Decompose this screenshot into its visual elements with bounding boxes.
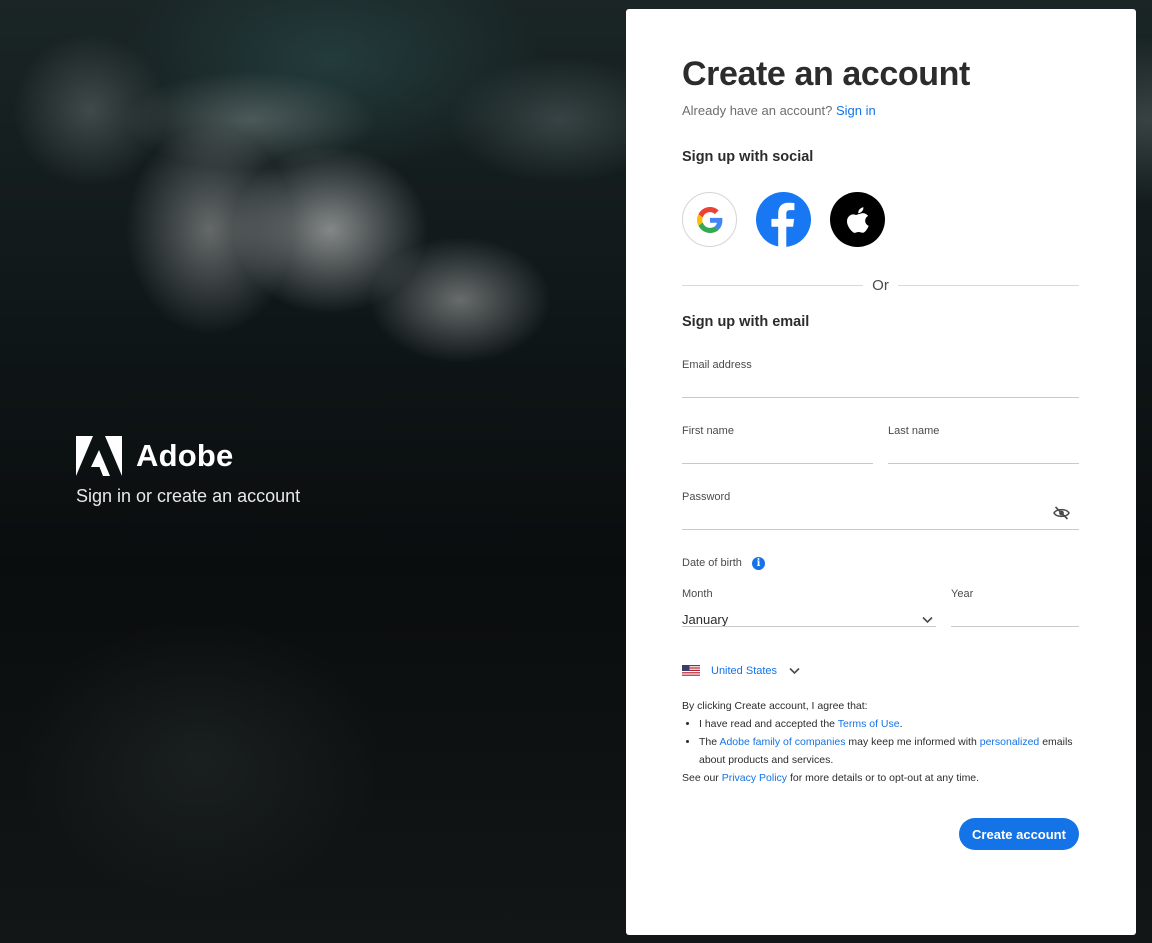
- terms-bullet-1: I have read and accepted the Terms of Us…: [699, 715, 1079, 733]
- create-account-button[interactable]: Create account: [959, 818, 1079, 850]
- adobe-family-link[interactable]: Adobe family of companies: [719, 736, 845, 748]
- first-name-label: First name: [682, 425, 734, 437]
- apple-icon: [846, 206, 869, 233]
- apple-signup-button[interactable]: [830, 192, 885, 247]
- country-selector[interactable]: United States: [682, 665, 800, 677]
- last-name-label: Last name: [888, 425, 940, 437]
- adobe-logo-icon: [76, 436, 122, 476]
- month-label: Month: [682, 588, 713, 600]
- signin-link[interactable]: Sign in: [836, 103, 876, 118]
- social-heading: Sign up with social: [682, 149, 814, 165]
- or-text: Or: [872, 277, 889, 294]
- country-name[interactable]: United States: [711, 665, 777, 677]
- terms-outro: See our Privacy Policy for more details …: [682, 772, 980, 784]
- month-select[interactable]: Month January: [682, 588, 936, 628]
- signin-prompt-text: Already have an account?: [682, 103, 833, 118]
- signup-panel: Create an account Already have an accoun…: [626, 9, 1136, 935]
- chevron-down-icon: [922, 616, 933, 624]
- chevron-down-icon: [789, 667, 800, 675]
- password-label: Password: [682, 491, 731, 503]
- email-heading: Sign up with email: [682, 314, 810, 330]
- brand-name: Adobe: [136, 438, 234, 473]
- or-divider: Or: [682, 277, 1080, 294]
- brand-tagline: Sign in or create an account: [76, 486, 301, 506]
- brand-block: Adobe Sign in or create an account: [76, 436, 300, 507]
- signin-prompt: Already have an account? Sign in: [682, 103, 876, 118]
- google-icon: [696, 206, 722, 233]
- dob-label: Date of birth: [682, 557, 742, 569]
- year-label: Year: [951, 588, 974, 600]
- last-name-field[interactable]: Last name: [888, 425, 1079, 465]
- terms-of-use-link[interactable]: Terms of Use: [838, 718, 900, 730]
- first-name-field[interactable]: First name: [682, 425, 873, 465]
- password-field[interactable]: Password: [682, 491, 1079, 531]
- email-label: Email address: [682, 359, 752, 371]
- terms-intro: By clicking Create account, I agree that…: [682, 700, 868, 712]
- terms-text: By clicking Create account, I agree that…: [682, 697, 1079, 787]
- personalized-link[interactable]: personalized: [980, 736, 1040, 748]
- eye-off-icon[interactable]: [1053, 506, 1070, 520]
- facebook-signup-button[interactable]: [756, 192, 811, 247]
- email-field[interactable]: Email address: [682, 359, 1079, 399]
- info-icon[interactable]: i: [752, 557, 765, 570]
- terms-list: I have read and accepted the Terms of Us…: [682, 715, 1079, 769]
- year-field[interactable]: Year: [951, 588, 1079, 628]
- page-title: Create an account: [682, 55, 970, 93]
- google-signup-button[interactable]: [682, 192, 737, 247]
- facebook-icon: [771, 202, 795, 247]
- privacy-policy-link[interactable]: Privacy Policy: [722, 772, 787, 784]
- social-buttons: [682, 192, 904, 247]
- month-value: January: [682, 612, 729, 627]
- us-flag-icon: [682, 665, 700, 677]
- terms-bullet-2: The Adobe family of companies may keep m…: [699, 733, 1079, 769]
